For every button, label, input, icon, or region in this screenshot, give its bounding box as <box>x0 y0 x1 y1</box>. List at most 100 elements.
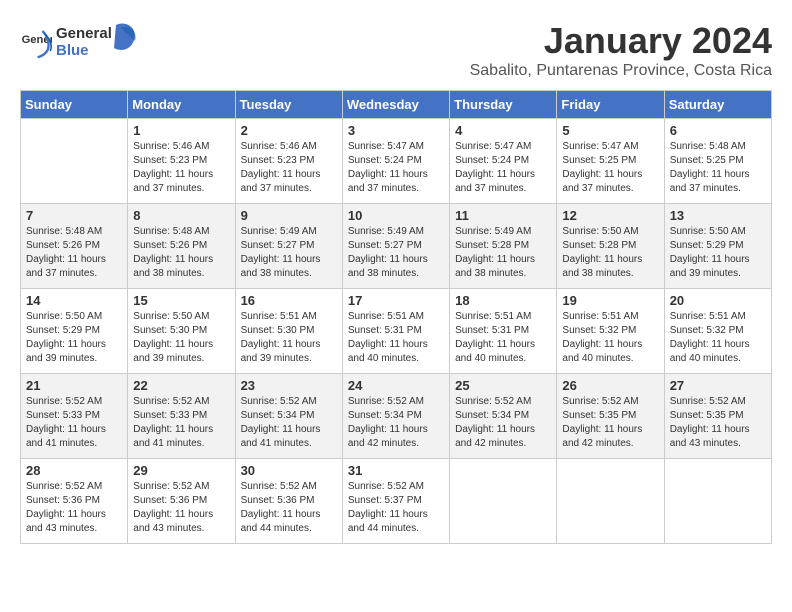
calendar-week-row: 7Sunrise: 5:48 AMSunset: 5:26 PMDaylight… <box>21 204 772 289</box>
calendar-cell: 19 Sunrise: 5:51 AMSunset: 5:32 PMDayligh… <box>557 289 664 374</box>
calendar-cell: 27 Sunrise: 5:52 AMSunset: 5:35 PMDayligh… <box>664 374 771 459</box>
calendar-cell: 5Sunrise: 5:47 AMSunset: 5:25 PMDaylight… <box>557 119 664 204</box>
calendar-cell: 1Sunrise: 5:46 AMSunset: 5:23 PMDaylight… <box>128 119 235 204</box>
day-number: 11 <box>455 208 551 223</box>
calendar-cell: 18 Sunrise: 5:51 AMSunset: 5:31 PMDayligh… <box>450 289 557 374</box>
svg-text:Blue: Blue <box>56 42 89 59</box>
day-info: Sunrise: 5:52 AMSunset: 5:36 PMDaylight:… <box>241 480 337 536</box>
day-info: Sunrise: 5:51 AMSunset: 5:31 PMDaylight:… <box>455 310 551 366</box>
calendar-cell: 28 Sunrise: 5:52 AMSunset: 5:36 PMDayligh… <box>21 459 128 544</box>
day-info: Sunrise: 5:52 AMSunset: 5:35 PMDaylight:… <box>670 395 766 451</box>
day-info: Sunrise: 5:52 AMSunset: 5:34 PMDaylight:… <box>348 395 444 451</box>
day-of-week-header: Saturday <box>664 91 771 119</box>
day-info: Sunrise: 5:46 AMSunset: 5:23 PMDaylight:… <box>133 140 229 196</box>
calendar-cell: 31 Sunrise: 5:52 AMSunset: 5:37 PMDayligh… <box>342 459 449 544</box>
day-info: Sunrise: 5:52 AMSunset: 5:36 PMDaylight:… <box>133 480 229 536</box>
header-row: SundayMondayTuesdayWednesdayThursdayFrid… <box>21 91 772 119</box>
day-info: Sunrise: 5:52 AMSunset: 5:33 PMDaylight:… <box>133 395 229 451</box>
day-number: 29 <box>133 463 229 478</box>
day-info: Sunrise: 5:48 AMSunset: 5:26 PMDaylight:… <box>26 225 122 281</box>
day-of-week-header: Wednesday <box>342 91 449 119</box>
calendar-week-row: 14 Sunrise: 5:50 AMSunset: 5:29 PMDayligh… <box>21 289 772 374</box>
day-number: 25 <box>455 378 551 393</box>
logo: General General Blue <box>20 20 146 65</box>
day-number: 6 <box>670 123 766 138</box>
calendar-cell: 10Sunrise: 5:49 AMSunset: 5:27 PMDayligh… <box>342 204 449 289</box>
calendar-cell: 7Sunrise: 5:48 AMSunset: 5:26 PMDaylight… <box>21 204 128 289</box>
day-number: 13 <box>670 208 766 223</box>
day-number: 4 <box>455 123 551 138</box>
svg-text:General: General <box>56 25 112 42</box>
calendar-cell: 23 Sunrise: 5:52 AMSunset: 5:34 PMDayligh… <box>235 374 342 459</box>
calendar-cell: 29 Sunrise: 5:52 AMSunset: 5:36 PMDayligh… <box>128 459 235 544</box>
day-of-week-header: Monday <box>128 91 235 119</box>
day-of-week-header: Thursday <box>450 91 557 119</box>
calendar-cell: 17Sunrise: 5:51 AMSunset: 5:31 PMDayligh… <box>342 289 449 374</box>
day-of-week-header: Friday <box>557 91 664 119</box>
day-number: 15 <box>133 293 229 308</box>
day-info: Sunrise: 5:52 AMSunset: 5:37 PMDaylight:… <box>348 480 444 536</box>
day-info: Sunrise: 5:50 AMSunset: 5:30 PMDaylight:… <box>133 310 229 366</box>
calendar-cell: 21 Sunrise: 5:52 AMSunset: 5:33 PMDayligh… <box>21 374 128 459</box>
day-info: Sunrise: 5:50 AMSunset: 5:29 PMDaylight:… <box>670 225 766 281</box>
calendar-week-row: 28 Sunrise: 5:52 AMSunset: 5:36 PMDayligh… <box>21 459 772 544</box>
calendar-cell: 26 Sunrise: 5:52 AMSunset: 5:35 PMDayligh… <box>557 374 664 459</box>
day-info: Sunrise: 5:50 AMSunset: 5:29 PMDaylight:… <box>26 310 122 366</box>
day-number: 9 <box>241 208 337 223</box>
day-number: 16 <box>241 293 337 308</box>
day-info: Sunrise: 5:46 AMSunset: 5:23 PMDaylight:… <box>241 140 337 196</box>
calendar-table: SundayMondayTuesdayWednesdayThursdayFrid… <box>20 90 772 544</box>
calendar-cell: 8Sunrise: 5:48 AMSunset: 5:26 PMDaylight… <box>128 204 235 289</box>
day-number: 23 <box>241 378 337 393</box>
day-number: 20 <box>670 293 766 308</box>
calendar-cell: 9 Sunrise: 5:49 AMSunset: 5:27 PMDaylight… <box>235 204 342 289</box>
calendar-cell: 2 Sunrise: 5:46 AMSunset: 5:23 PMDaylight… <box>235 119 342 204</box>
day-info: Sunrise: 5:50 AMSunset: 5:28 PMDaylight:… <box>562 225 658 281</box>
day-number: 26 <box>562 378 658 393</box>
day-number: 27 <box>670 378 766 393</box>
day-number: 2 <box>241 123 337 138</box>
day-info: Sunrise: 5:52 AMSunset: 5:34 PMDaylight:… <box>455 395 551 451</box>
title-section: January 2024 Sabalito, Puntarenas Provin… <box>470 20 772 80</box>
day-info: Sunrise: 5:52 AMSunset: 5:36 PMDaylight:… <box>26 480 122 536</box>
calendar-cell: 25 Sunrise: 5:52 AMSunset: 5:34 PMDayligh… <box>450 374 557 459</box>
calendar-cell: 20 Sunrise: 5:51 AMSunset: 5:32 PMDayligh… <box>664 289 771 374</box>
calendar-cell: 24 Sunrise: 5:52 AMSunset: 5:34 PMDayligh… <box>342 374 449 459</box>
day-info: Sunrise: 5:52 AMSunset: 5:34 PMDaylight:… <box>241 395 337 451</box>
day-number: 19 <box>562 293 658 308</box>
calendar-cell: 13 Sunrise: 5:50 AMSunset: 5:29 PMDayligh… <box>664 204 771 289</box>
day-info: Sunrise: 5:49 AMSunset: 5:28 PMDaylight:… <box>455 225 551 281</box>
day-info: Sunrise: 5:49 AMSunset: 5:27 PMDaylight:… <box>241 225 337 281</box>
day-info: Sunrise: 5:51 AMSunset: 5:32 PMDaylight:… <box>562 310 658 366</box>
location-title: Sabalito, Puntarenas Province, Costa Ric… <box>470 62 772 80</box>
day-number: 5 <box>562 123 658 138</box>
calendar-cell <box>557 459 664 544</box>
page-header: General General Blue January 2024 Sabali… <box>20 20 772 80</box>
calendar-week-row: 1Sunrise: 5:46 AMSunset: 5:23 PMDaylight… <box>21 119 772 204</box>
day-number: 22 <box>133 378 229 393</box>
day-number: 30 <box>241 463 337 478</box>
day-number: 18 <box>455 293 551 308</box>
day-info: Sunrise: 5:52 AMSunset: 5:35 PMDaylight:… <box>562 395 658 451</box>
day-number: 14 <box>26 293 122 308</box>
day-number: 10 <box>348 208 444 223</box>
day-info: Sunrise: 5:47 AMSunset: 5:24 PMDaylight:… <box>455 140 551 196</box>
calendar-cell: 22 Sunrise: 5:52 AMSunset: 5:33 PMDayligh… <box>128 374 235 459</box>
day-info: Sunrise: 5:51 AMSunset: 5:30 PMDaylight:… <box>241 310 337 366</box>
calendar-cell: 11 Sunrise: 5:49 AMSunset: 5:28 PMDayligh… <box>450 204 557 289</box>
calendar-cell: 12 Sunrise: 5:50 AMSunset: 5:28 PMDayligh… <box>557 204 664 289</box>
day-info: Sunrise: 5:51 AMSunset: 5:32 PMDaylight:… <box>670 310 766 366</box>
calendar-week-row: 21 Sunrise: 5:52 AMSunset: 5:33 PMDayligh… <box>21 374 772 459</box>
day-info: Sunrise: 5:48 AMSunset: 5:25 PMDaylight:… <box>670 140 766 196</box>
day-number: 28 <box>26 463 122 478</box>
day-number: 24 <box>348 378 444 393</box>
calendar-cell: 14 Sunrise: 5:50 AMSunset: 5:29 PMDayligh… <box>21 289 128 374</box>
calendar-cell: 16 Sunrise: 5:51 AMSunset: 5:30 PMDayligh… <box>235 289 342 374</box>
day-number: 31 <box>348 463 444 478</box>
calendar-cell: 4 Sunrise: 5:47 AMSunset: 5:24 PMDaylight… <box>450 119 557 204</box>
day-info: Sunrise: 5:52 AMSunset: 5:33 PMDaylight:… <box>26 395 122 451</box>
day-number: 12 <box>562 208 658 223</box>
calendar-cell <box>664 459 771 544</box>
day-number: 21 <box>26 378 122 393</box>
day-info: Sunrise: 5:47 AMSunset: 5:24 PMDaylight:… <box>348 140 444 196</box>
